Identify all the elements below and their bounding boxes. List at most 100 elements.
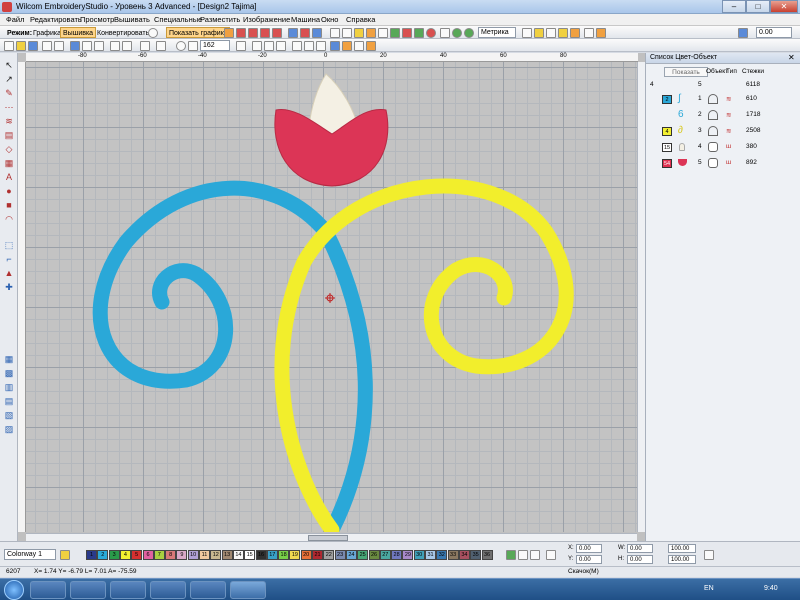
- color-row[interactable]: 15 4 ш 380: [650, 141, 798, 157]
- delete-icon[interactable]: [122, 41, 132, 51]
- tool-icon-7[interactable]: [300, 28, 310, 38]
- convert-button[interactable]: Конвертировать: [94, 27, 152, 38]
- palette-swatch[interactable]: 6: [142, 550, 154, 560]
- color-row[interactable]: 54 5 ш 892: [650, 157, 798, 173]
- palette-swatch[interactable]: 33: [447, 550, 459, 560]
- undo-icon[interactable]: [140, 41, 150, 51]
- globe-icon[interactable]: [148, 28, 158, 38]
- palette-swatch[interactable]: 32: [436, 550, 448, 560]
- tool-icon-20[interactable]: [546, 28, 556, 38]
- tool-icon-29[interactable]: [292, 41, 302, 51]
- minimize-button[interactable]: –: [722, 0, 746, 13]
- menu-special[interactable]: Специальные: [154, 15, 202, 24]
- angle-input[interactable]: 0.00: [756, 27, 792, 38]
- palette-swatch[interactable]: 28: [391, 550, 403, 560]
- arc-tool-icon[interactable]: ◠: [3, 213, 15, 225]
- palette-swatch[interactable]: 36: [481, 550, 493, 560]
- tool-icon-4[interactable]: [260, 28, 270, 38]
- color-row[interactable]: 2 ∫ 1 ≋ 610: [650, 93, 798, 109]
- palette-icon-3[interactable]: [530, 550, 540, 560]
- satin-icon[interactable]: ≋: [3, 115, 15, 127]
- maximize-button[interactable]: □: [746, 0, 770, 13]
- vertical-scrollbar[interactable]: [637, 62, 645, 532]
- color-row[interactable]: 6 2 ≋ 1718: [650, 109, 798, 125]
- menu-window[interactable]: Окно: [321, 15, 338, 24]
- palette-swatch[interactable]: 25: [357, 550, 369, 560]
- menu-image[interactable]: Изображение: [243, 15, 290, 24]
- taskbar-explorer-icon[interactable]: [70, 581, 106, 599]
- save-icon[interactable]: [28, 41, 38, 51]
- tool-icon-19[interactable]: [534, 28, 544, 38]
- distribute-tool-icon[interactable]: ▧: [3, 409, 15, 421]
- puzzle-icon[interactable]: ✚: [3, 281, 15, 293]
- menu-arrange[interactable]: Разместить: [200, 15, 240, 24]
- tool-icon-16[interactable]: [414, 28, 424, 38]
- palette-swatch[interactable]: 30: [413, 550, 425, 560]
- tool-icon-5[interactable]: [272, 28, 282, 38]
- menu-view[interactable]: Просмотр: [80, 15, 114, 24]
- palette-swatch[interactable]: 14: [232, 550, 244, 560]
- palette-swatch[interactable]: 17: [266, 550, 278, 560]
- x-input[interactable]: 0.00: [576, 544, 602, 553]
- show-button[interactable]: Показать: [664, 67, 708, 77]
- y-input[interactable]: 0.00: [576, 555, 602, 564]
- colorway-select[interactable]: Colorway 1: [4, 549, 56, 560]
- menu-stitch[interactable]: Вышивать: [114, 15, 150, 24]
- palette-icon-4[interactable]: [546, 550, 556, 560]
- open-icon[interactable]: [16, 41, 26, 51]
- palette-swatch[interactable]: 10: [187, 550, 199, 560]
- palette-swatch[interactable]: 22: [323, 550, 335, 560]
- duplicate-icon[interactable]: [110, 41, 120, 51]
- palette-swatch[interactable]: 16: [255, 550, 267, 560]
- copy-icon[interactable]: [82, 41, 92, 51]
- menu-help[interactable]: Справка: [346, 15, 375, 24]
- tool-icon-21[interactable]: [558, 28, 568, 38]
- h-input[interactable]: 0.00: [627, 555, 653, 564]
- lock-proportions-icon[interactable]: [704, 550, 714, 560]
- tool-icon-3[interactable]: [248, 28, 258, 38]
- palette-swatch[interactable]: 13: [221, 550, 233, 560]
- palette-swatch[interactable]: 8: [165, 550, 177, 560]
- horizontal-scrollbar[interactable]: [26, 533, 637, 541]
- palette-icon-2[interactable]: [518, 550, 528, 560]
- tool-icon-18[interactable]: [522, 28, 532, 38]
- fit-icon[interactable]: [236, 41, 246, 51]
- palette-swatch[interactable]: 18: [278, 550, 290, 560]
- tool-icon-17[interactable]: [440, 28, 450, 38]
- palette-swatch[interactable]: 2: [97, 550, 109, 560]
- taskbar-app-icon[interactable]: [150, 581, 186, 599]
- palette-swatch[interactable]: 35: [470, 550, 482, 560]
- preview-icon[interactable]: [54, 41, 64, 51]
- grid-tool-icon[interactable]: ▥: [3, 381, 15, 393]
- tool-icon-15[interactable]: [402, 28, 412, 38]
- embroidery-design[interactable]: [26, 62, 638, 532]
- design-canvas[interactable]: [26, 62, 638, 532]
- group-tool-icon[interactable]: ▨: [3, 423, 15, 435]
- scale-x-input[interactable]: 100.00: [668, 544, 696, 553]
- taskbar-ie-icon[interactable]: [30, 581, 66, 599]
- tool-icon-6[interactable]: [288, 28, 298, 38]
- taskbar-media-icon[interactable]: [110, 581, 146, 599]
- start-button[interactable]: [4, 580, 24, 600]
- palette-swatch[interactable]: 3: [108, 550, 120, 560]
- tool-icon-13[interactable]: [378, 28, 388, 38]
- tool-icon-2[interactable]: [236, 28, 246, 38]
- needle-icon[interactable]: [342, 41, 352, 51]
- palette-swatch[interactable]: 5: [131, 550, 143, 560]
- tool-icon-10[interactable]: [342, 28, 352, 38]
- palette-tool-icon[interactable]: ▦: [3, 353, 15, 365]
- color-row[interactable]: 4 ∂ 3 ≋ 2508: [650, 125, 798, 141]
- tool-icon-11[interactable]: [354, 28, 364, 38]
- motif-tool-icon[interactable]: ▩: [3, 367, 15, 379]
- palette-swatch[interactable]: 12: [210, 550, 222, 560]
- palette-swatch[interactable]: 21: [312, 550, 323, 560]
- palette-swatch[interactable]: 29: [402, 550, 414, 560]
- stitch-tool-icon[interactable]: ✎: [3, 87, 15, 99]
- tool-icon-9[interactable]: [330, 28, 340, 38]
- new-icon[interactable]: [4, 41, 14, 51]
- zoom-input[interactable]: 162: [200, 40, 230, 51]
- paste-icon[interactable]: [94, 41, 104, 51]
- triangle-tool-icon[interactable]: ▲: [3, 267, 15, 279]
- palette-swatch[interactable]: 9: [176, 550, 188, 560]
- knife-icon[interactable]: ⌐: [3, 253, 15, 265]
